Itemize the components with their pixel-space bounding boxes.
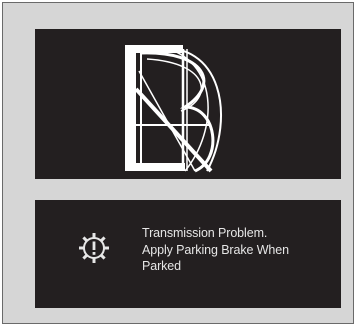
message-line: Apply Parking Brake When bbox=[142, 242, 289, 257]
message-line: Parked bbox=[142, 259, 182, 273]
illustration-frame: Transmission Problem. Apply Parking Brak… bbox=[2, 2, 354, 324]
transmission-message: Transmission Problem. Apply Parking Brak… bbox=[142, 225, 337, 275]
logo-display bbox=[35, 29, 341, 179]
brand-logo-icon bbox=[125, 45, 222, 173]
message-line: Transmission Problem. bbox=[142, 226, 268, 240]
gear-warning-icon bbox=[79, 233, 109, 263]
transmission-message-display: Transmission Problem. Apply Parking Brak… bbox=[35, 200, 341, 308]
